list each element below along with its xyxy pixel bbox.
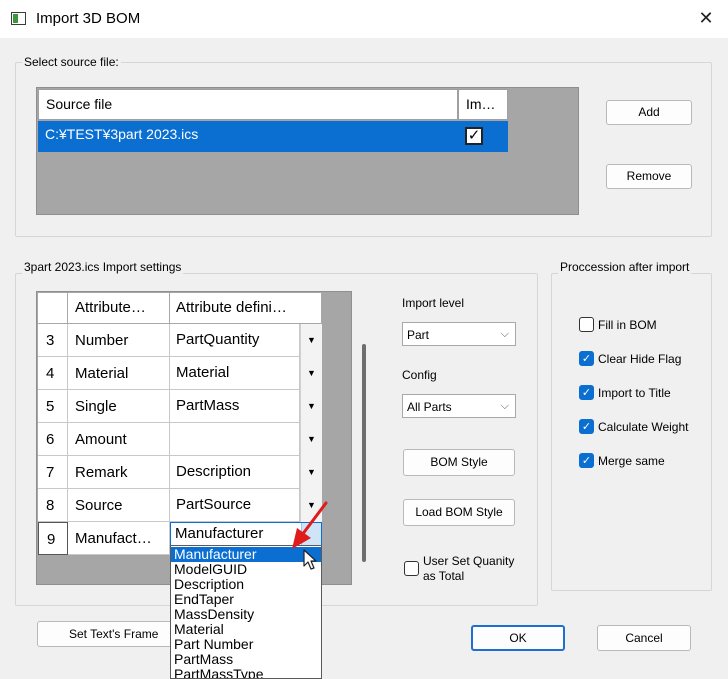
column-header-attribute[interactable]: Attribute…: [68, 293, 170, 324]
chevron-down-icon[interactable]: ▼: [300, 423, 322, 456]
user-set-quantity-label: User Set Quanity as Total: [423, 554, 514, 584]
user-set-quantity-label-line1: User Set Quanity: [423, 554, 515, 568]
ok-button[interactable]: OK: [471, 625, 565, 651]
import-level-label: Import level: [402, 296, 465, 310]
window-title: Import 3D BOM: [36, 10, 141, 27]
attribute-cell[interactable]: Remark: [68, 456, 170, 489]
attribute-cell[interactable]: Single: [68, 390, 170, 423]
attribute-cell[interactable]: Source: [68, 489, 170, 522]
definition-combo-value: Manufacturer: [175, 525, 264, 542]
row-number: 9: [38, 522, 68, 555]
chevron-down-icon[interactable]: ▼: [300, 357, 322, 390]
clear-hide-flag-checkbox[interactable]: ✓: [579, 351, 594, 366]
app-icon: [11, 12, 26, 25]
chevron-down-icon[interactable]: ▼: [300, 456, 322, 489]
chevron-down-icon: ⌵: [500, 328, 509, 340]
row-number: 8: [38, 489, 68, 522]
close-icon[interactable]: ✕: [694, 6, 718, 30]
fill-in-bom-checkbox[interactable]: [579, 317, 594, 332]
load-bom-style-button[interactable]: Load BOM Style: [403, 499, 515, 526]
dropdown-option-modelguid[interactable]: ModelGUID: [171, 562, 321, 577]
clear-hide-flag-label: Clear Hide Flag: [598, 352, 682, 366]
attribute-cell[interactable]: Amount: [68, 423, 170, 456]
chevron-down-icon[interactable]: ▼: [300, 390, 322, 423]
attribute-cell[interactable]: Manufact…: [68, 522, 170, 555]
import-level-value: Part: [407, 328, 430, 342]
remove-button[interactable]: Remove: [606, 164, 692, 189]
add-button[interactable]: Add: [606, 100, 692, 125]
procession-group-title: Proccession after import: [558, 260, 692, 274]
annotation-arrow-icon: [292, 501, 328, 549]
source-file-row[interactable]: C:¥TEST¥3part 2023.ics: [38, 121, 458, 152]
attribute-cell[interactable]: Material: [68, 357, 170, 390]
config-select[interactable]: All Parts ⌵: [402, 394, 516, 418]
column-header-source-file[interactable]: Source file: [38, 89, 458, 120]
definition-cell[interactable]: PartMass: [170, 390, 300, 423]
dropdown-option-endtaper[interactable]: EndTaper: [171, 592, 321, 607]
definition-cell[interactable]: Material: [170, 357, 300, 390]
import-level-select[interactable]: Part ⌵: [402, 322, 516, 346]
row-number-header: [38, 293, 68, 324]
dropdown-option-massdensity[interactable]: MassDensity: [171, 607, 321, 622]
definition-cell[interactable]: PartQuantity: [170, 324, 300, 357]
cancel-button[interactable]: Cancel: [597, 625, 691, 651]
row-number: 3: [38, 324, 68, 357]
column-header-import[interactable]: Im…: [458, 89, 508, 120]
row-number: 7: [38, 456, 68, 489]
row-number: 4: [38, 357, 68, 390]
user-set-quantity-checkbox[interactable]: [404, 561, 419, 576]
column-header-attribute-definition[interactable]: Attribute defini…: [170, 293, 322, 324]
calculate-weight-checkbox[interactable]: ✓: [579, 419, 594, 434]
definition-cell[interactable]: [170, 423, 300, 456]
import-settings-group-title: 3part 2023.ics Import settings: [22, 260, 184, 274]
row-number: 6: [38, 423, 68, 456]
merge-same-label: Merge same: [598, 454, 665, 468]
source-file-group-title: Select source file:: [22, 55, 121, 69]
merge-same-checkbox[interactable]: ✓: [579, 453, 594, 468]
dropdown-option-material[interactable]: Material: [171, 622, 321, 637]
chevron-down-icon: ⌵: [500, 400, 509, 412]
row-number: 5: [38, 390, 68, 423]
mouse-cursor-icon: [303, 549, 317, 570]
fill-in-bom-label: Fill in BOM: [598, 318, 657, 332]
dropdown-option-description[interactable]: Description: [171, 577, 321, 592]
attribute-definition-dropdown-list[interactable]: Manufacturer ModelGUID Description EndTa…: [170, 545, 322, 679]
config-label: Config: [402, 368, 437, 382]
bom-style-button[interactable]: BOM Style: [403, 449, 515, 476]
import-to-title-label: Import to Title: [598, 386, 671, 400]
attribute-cell[interactable]: Number: [68, 324, 170, 357]
table-scrollbar[interactable]: [362, 344, 366, 562]
import-to-title-checkbox[interactable]: ✓: [579, 385, 594, 400]
chevron-down-icon[interactable]: ▼: [300, 324, 322, 357]
dropdown-option-partmass[interactable]: PartMass: [171, 652, 321, 667]
config-value: All Parts: [407, 400, 452, 414]
definition-cell[interactable]: Description: [170, 456, 300, 489]
user-set-quantity-label-line2: as Total: [423, 569, 465, 583]
import-checkbox[interactable]: ✓: [465, 127, 483, 145]
dropdown-option-part-number[interactable]: Part Number: [171, 637, 321, 652]
dropdown-option-partmasstype[interactable]: PartMassType: [171, 667, 321, 679]
calculate-weight-label: Calculate Weight: [598, 420, 689, 434]
